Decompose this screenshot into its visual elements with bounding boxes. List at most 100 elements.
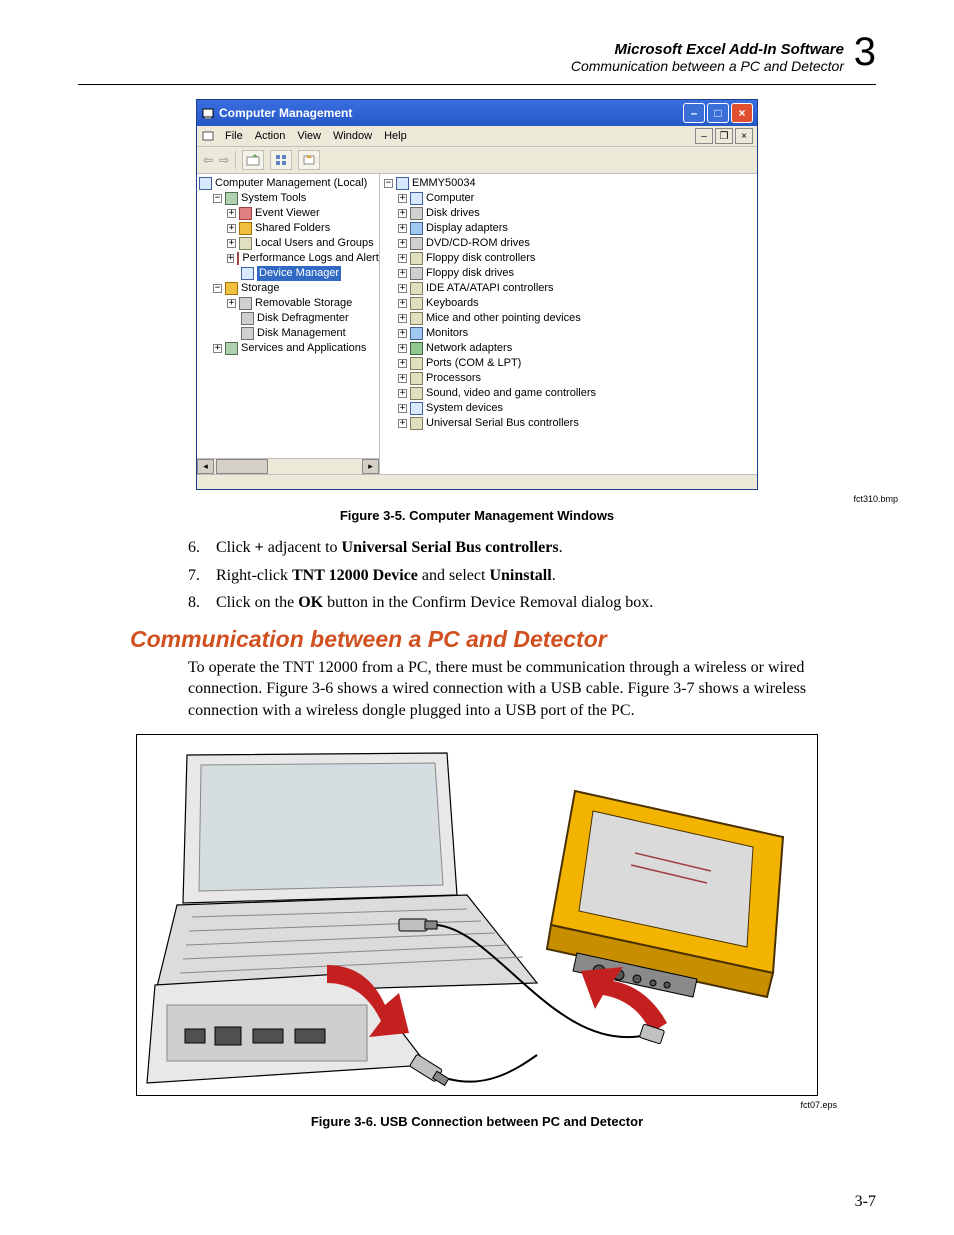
- tree-services[interactable]: +Services and Applications: [199, 341, 379, 356]
- device-root[interactable]: −EMMY50034: [384, 176, 757, 191]
- refresh-icon[interactable]: [298, 150, 320, 170]
- dev-processors[interactable]: +Processors: [384, 371, 757, 386]
- floppy-icon: [410, 267, 423, 280]
- inner-close-button[interactable]: ×: [735, 128, 753, 144]
- inner-restore-button[interactable]: ❐: [715, 128, 733, 144]
- page-number: 3-7: [855, 1193, 876, 1211]
- expand-icon[interactable]: +: [398, 239, 407, 248]
- expand-icon[interactable]: +: [398, 254, 407, 263]
- collapse-icon[interactable]: −: [384, 179, 393, 188]
- expand-icon[interactable]: +: [398, 209, 407, 218]
- menu-file[interactable]: File: [225, 130, 243, 142]
- expand-icon[interactable]: +: [398, 419, 407, 428]
- collapse-icon[interactable]: −: [213, 194, 222, 203]
- tree-storage[interactable]: −Storage: [199, 281, 379, 296]
- horizontal-scrollbar[interactable]: ◂ ▸: [197, 458, 379, 474]
- collapse-icon[interactable]: −: [213, 284, 222, 293]
- expand-icon[interactable]: +: [398, 374, 407, 383]
- scroll-thumb[interactable]: [216, 459, 268, 474]
- controller-icon: [410, 252, 423, 265]
- step-7-number: 7.: [188, 565, 216, 587]
- left-tree-pane[interactable]: Computer Management (Local) −System Tool…: [197, 174, 380, 474]
- dev-network[interactable]: +Network adapters: [384, 341, 757, 356]
- tree-defrag[interactable]: Disk Defragmenter: [199, 311, 379, 326]
- right-tree-pane[interactable]: −EMMY50034 +Computer +Disk drives +Displ…: [380, 174, 757, 474]
- dev-disk-drives[interactable]: +Disk drives: [384, 206, 757, 221]
- sound-icon: [410, 387, 423, 400]
- expand-icon[interactable]: +: [398, 269, 407, 278]
- storage-icon: [225, 282, 238, 295]
- tree-perf-logs[interactable]: +Performance Logs and Alerts: [199, 251, 379, 266]
- expand-icon[interactable]: +: [398, 404, 407, 413]
- tree-event-viewer[interactable]: +Event Viewer: [199, 206, 379, 221]
- step-8-number: 8.: [188, 592, 216, 614]
- menu-help[interactable]: Help: [384, 130, 407, 142]
- dev-monitors[interactable]: +Monitors: [384, 326, 757, 341]
- tree-root[interactable]: Computer Management (Local): [199, 176, 379, 191]
- services-icon: [225, 342, 238, 355]
- step-7-text: Right-click TNT 12000 Device and select …: [216, 565, 556, 587]
- inner-minimize-button[interactable]: –: [695, 128, 713, 144]
- expand-icon[interactable]: +: [213, 344, 222, 353]
- expand-icon[interactable]: +: [398, 344, 407, 353]
- computer-icon: [396, 177, 409, 190]
- expand-icon[interactable]: +: [227, 224, 236, 233]
- dev-system[interactable]: +System devices: [384, 401, 757, 416]
- defrag-icon: [241, 312, 254, 325]
- forward-icon[interactable]: ⇨: [219, 153, 229, 167]
- dev-ide[interactable]: +IDE ATA/ATAPI controllers: [384, 281, 757, 296]
- folders-icon: [239, 222, 252, 235]
- menu-window[interactable]: Window: [333, 130, 372, 142]
- computer-icon: [410, 192, 423, 205]
- tree-shared-folders[interactable]: +Shared Folders: [199, 221, 379, 236]
- tree-local-users[interactable]: +Local Users and Groups: [199, 236, 379, 251]
- figure2-caption: Figure 3-6. USB Connection between PC an…: [78, 1114, 876, 1129]
- expand-icon[interactable]: +: [398, 224, 407, 233]
- dev-mice[interactable]: +Mice and other pointing devices: [384, 311, 757, 326]
- expand-icon[interactable]: +: [398, 314, 407, 323]
- dev-dvd[interactable]: +DVD/CD-ROM drives: [384, 236, 757, 251]
- menu-view[interactable]: View: [297, 130, 321, 142]
- tree-device-manager[interactable]: Device Manager: [199, 266, 379, 281]
- expand-icon[interactable]: +: [227, 209, 236, 218]
- expand-icon[interactable]: +: [398, 194, 407, 203]
- tools-icon: [225, 192, 238, 205]
- folder-up-icon[interactable]: [242, 150, 264, 170]
- expand-icon[interactable]: +: [398, 284, 407, 293]
- expand-icon[interactable]: +: [227, 239, 236, 248]
- properties-icon[interactable]: [270, 150, 292, 170]
- expand-icon[interactable]: +: [398, 389, 407, 398]
- computer-management-window: Computer Management – □ × File Action Vi…: [196, 99, 758, 490]
- expand-icon[interactable]: +: [227, 254, 234, 263]
- keyboard-icon: [410, 297, 423, 310]
- expand-icon[interactable]: +: [227, 299, 236, 308]
- dev-sound[interactable]: +Sound, video and game controllers: [384, 386, 757, 401]
- expand-icon[interactable]: +: [398, 359, 407, 368]
- dev-ports[interactable]: +Ports (COM & LPT): [384, 356, 757, 371]
- close-button[interactable]: ×: [731, 103, 753, 123]
- dev-floppy-ctrl[interactable]: +Floppy disk controllers: [384, 251, 757, 266]
- expand-icon[interactable]: +: [398, 329, 407, 338]
- maximize-button[interactable]: □: [707, 103, 729, 123]
- step-6-number: 6.: [188, 537, 216, 559]
- dev-computer[interactable]: +Computer: [384, 191, 757, 206]
- expand-icon[interactable]: +: [398, 299, 407, 308]
- back-icon[interactable]: ⇦: [203, 153, 213, 167]
- menu-action[interactable]: Action: [255, 130, 286, 142]
- controller-icon: [410, 282, 423, 295]
- minimize-button[interactable]: –: [683, 103, 705, 123]
- window-title: Computer Management: [219, 106, 681, 120]
- window-titlebar[interactable]: Computer Management – □ ×: [197, 100, 757, 126]
- scroll-right-button[interactable]: ▸: [362, 459, 379, 474]
- tree-system-tools[interactable]: −System Tools: [199, 191, 379, 206]
- users-icon: [239, 237, 252, 250]
- tree-removable[interactable]: +Removable Storage: [199, 296, 379, 311]
- display-icon: [410, 222, 423, 235]
- dev-display[interactable]: +Display adapters: [384, 221, 757, 236]
- scroll-left-button[interactable]: ◂: [197, 459, 214, 474]
- tree-disk-mgmt[interactable]: Disk Management: [199, 326, 379, 341]
- dev-floppy-drv[interactable]: +Floppy disk drives: [384, 266, 757, 281]
- device-manager-icon: [241, 267, 254, 280]
- dev-usb[interactable]: +Universal Serial Bus controllers: [384, 416, 757, 431]
- dev-keyboards[interactable]: +Keyboards: [384, 296, 757, 311]
